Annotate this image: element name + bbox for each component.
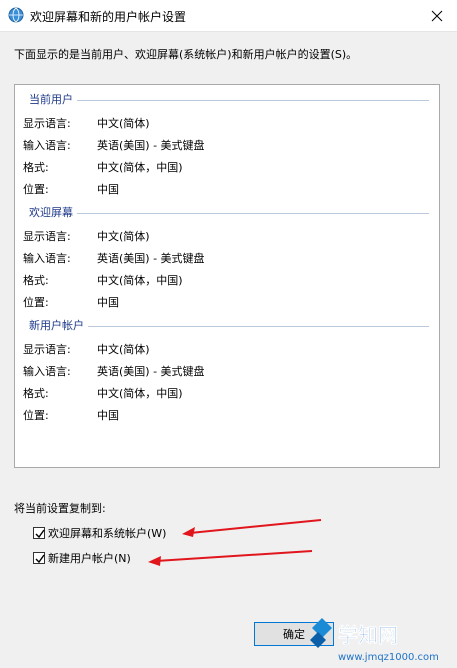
ok-button-label: 确定 (283, 628, 305, 641)
watermark-logo-icon: 学知网 www.jmqz1000.com (310, 618, 439, 663)
row-value: 中文(简体) (97, 230, 150, 243)
row-value: 英语(美国) - 美式键盘 (97, 365, 205, 378)
check-icon (35, 529, 45, 539)
watermark: 学知网 www.jmqz1000.com (310, 614, 457, 665)
copy-settings-label: 将当前设置复制到: (14, 502, 106, 515)
section-new-user: 新用户帐户 显示语言: 中文(简体) 输入语言: 英语(美国) - 美式键盘 格… (15, 319, 439, 422)
new-user-checkbox[interactable]: 新建用户帐户(N) (33, 550, 131, 566)
section-title: 新用户帐户 (29, 319, 88, 333)
section-current-user: 当前用户 显示语言: 中文(简体) 输入语言: 英语(美国) - 美式键盘 格式… (15, 93, 439, 196)
close-button[interactable] (417, 0, 457, 31)
svg-text:www.jmqz1000.com: www.jmqz1000.com (338, 652, 439, 663)
checkbox-box[interactable] (33, 527, 45, 539)
row-value: 中国 (97, 296, 119, 309)
row-value: 中国 (97, 183, 119, 196)
row-value: 英语(美国) - 美式键盘 (97, 139, 205, 152)
window-title: 欢迎屏幕和新的用户帐户设置 (30, 10, 187, 24)
section-welcome-screen: 欢迎屏幕 显示语言: 中文(简体) 输入语言: 英语(美国) - 美式键盘 格式… (15, 206, 439, 309)
checkbox-box[interactable] (33, 552, 45, 564)
settings-panel[interactable]: 当前用户 显示语言: 中文(简体) 输入语言: 英语(美国) - 美式键盘 格式… (14, 84, 440, 468)
annotation-arrow (148, 550, 313, 566)
section-divider (29, 213, 429, 214)
annotation-arrow (182, 519, 322, 537)
section-divider (29, 100, 429, 101)
row-value: 中文(简体) (97, 117, 150, 130)
title-bar: 欢迎屏幕和新的用户帐户设置 (0, 0, 457, 32)
close-icon (431, 10, 443, 21)
row-value: 中国 (97, 409, 119, 422)
check-icon (35, 554, 45, 564)
section-divider (29, 326, 429, 327)
row-value: 中文(简体，中国) (97, 387, 183, 400)
row-value: 中文(简体) (97, 343, 150, 356)
svg-text:学知网: 学知网 (338, 623, 398, 647)
globe-settings-icon (8, 7, 24, 23)
checkbox-label[interactable]: 欢迎屏幕和系统帐户(W) (48, 525, 166, 541)
row-value: 英语(美国) - 美式键盘 (97, 252, 205, 265)
section-title: 当前用户 (29, 93, 77, 107)
checkbox-label[interactable]: 新建用户帐户(N) (48, 550, 131, 566)
intro-text: 下面显示的是当前用户、欢迎屏幕(系统帐户)和新用户帐户的设置(S)。 (14, 48, 358, 61)
row-value: 中文(简体，中国) (97, 161, 183, 174)
row-value: 中文(简体，中国) (97, 274, 183, 287)
welcome-screen-checkbox[interactable]: 欢迎屏幕和系统帐户(W) (33, 525, 166, 541)
section-title: 欢迎屏幕 (29, 206, 77, 220)
